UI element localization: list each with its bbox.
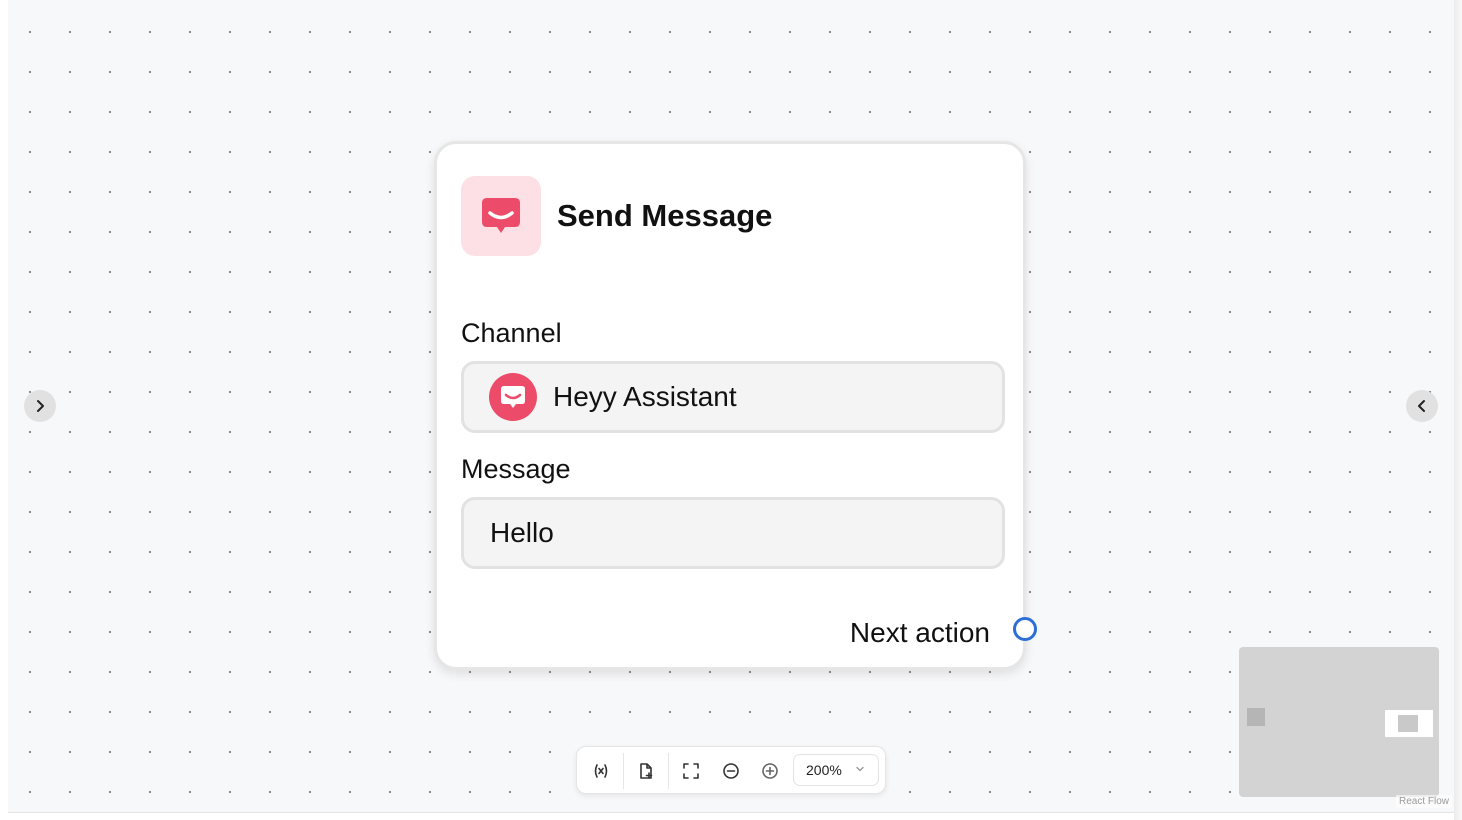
next-action-label: Next action [849,617,990,648]
canvas-toolbar: 200% [576,746,886,794]
add-note-button[interactable] [632,757,660,785]
channel-value: Heyy Assistant [553,381,737,412]
variables-button[interactable] [587,757,615,785]
channel-label: Channel [461,318,562,348]
fullscreen-icon [683,763,699,779]
minimap-node [1398,715,1418,732]
message-label: Message [461,454,571,484]
node-title: Send Message [557,198,773,233]
file-plus-icon [640,763,653,779]
next-action-handle[interactable] [1013,617,1037,641]
zoom-out-button[interactable] [717,757,745,785]
channel-select[interactable]: Heyy Assistant [461,361,1005,433]
left-panel-toggle[interactable] [24,390,56,422]
window-edge [1454,0,1462,820]
variable-icon [594,764,608,778]
chevron-right-icon [37,400,44,412]
fit-view-button[interactable] [677,757,705,785]
plus-circle-icon [762,763,778,779]
react-flow-attribution[interactable]: React Flow [1396,795,1453,808]
right-panel-toggle[interactable] [1406,390,1438,422]
chat-bubble-icon [501,386,525,408]
minimap-node [1247,708,1265,726]
send-message-node[interactable]: Send Message Channel Heyy Assistant Mess… [434,141,1037,670]
minimap[interactable] [1239,647,1439,797]
message-value: Hello [490,517,554,548]
node-icon [461,176,541,256]
minus-circle-icon [723,763,739,779]
message-input[interactable]: Hello [461,497,1005,569]
chat-bubble-icon [482,198,520,233]
chevron-down-icon [856,766,864,772]
zoom-level-value: 200% [806,762,842,778]
channel-avatar [489,373,537,421]
zoom-level-select[interactable]: 200% [793,754,879,786]
chevron-left-icon [1418,400,1425,412]
zoom-in-button[interactable] [756,757,784,785]
